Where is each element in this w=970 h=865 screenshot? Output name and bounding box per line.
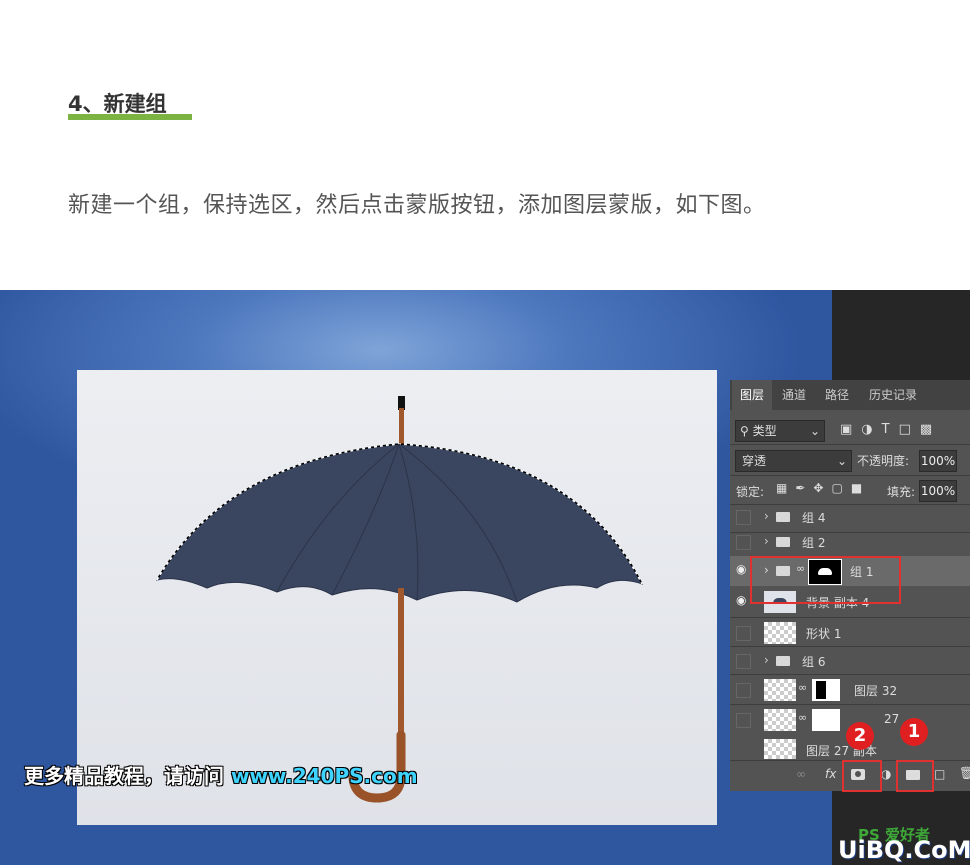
mask-link-icon[interactable]: ∞ — [798, 681, 807, 694]
lock-all-icon[interactable]: ■ — [851, 481, 870, 495]
lock-move-icon[interactable]: ✥ — [813, 481, 831, 495]
lock-transparent-icon[interactable]: ▦ — [776, 481, 795, 495]
blend-mode-value: 穿透 — [742, 454, 767, 468]
layer-name: 组 4 — [802, 511, 826, 525]
lock-icons: ▦✒✥▢■ — [776, 481, 870, 495]
folder-icon — [776, 537, 790, 547]
layer-thumbnail — [764, 679, 796, 701]
heading-underline — [68, 114, 192, 120]
shape-filter-icon[interactable]: □ — [899, 422, 920, 437]
lock-label: 锁定: — [736, 485, 765, 499]
adjustment-icon[interactable]: ◑ — [881, 767, 891, 781]
visibility-toggle[interactable] — [736, 510, 751, 525]
layer-mask-thumbnail[interactable] — [812, 709, 840, 731]
filter-type-select[interactable]: ⚲ 类型 ⌄ — [735, 420, 825, 442]
layer-thumbnail — [764, 739, 796, 759]
layer-name: 组 2 — [802, 536, 826, 550]
folder-icon — [776, 656, 790, 666]
layer-name: 27 — [884, 712, 900, 726]
fill-field[interactable]: 100% — [919, 480, 957, 502]
photoshop-screenshot: 图层 通道 路径 历史记录 ⚲ 类型 ⌄ ▣◑T□▩ 穿透 ⌄ 不透明度: 10… — [0, 290, 970, 865]
folder-icon — [776, 512, 790, 522]
visibility-toggle[interactable] — [736, 535, 751, 550]
tab-paths[interactable]: 路径 — [817, 380, 857, 410]
panel-tabs: 图层 通道 路径 历史记录 — [730, 380, 970, 410]
expand-chevron-icon[interactable]: › — [764, 509, 769, 523]
instruction-paragraph: 新建一个组，保持选区，然后点击蒙版按钮，添加图层蒙版，如下图。 — [68, 193, 766, 218]
promo-url: www.240PS.com — [230, 764, 418, 788]
fx-icon[interactable]: fx — [825, 767, 836, 781]
chevron-down-icon: ⌄ — [809, 424, 820, 438]
layer-name: 图层 32 — [854, 684, 898, 698]
text-filter-icon[interactable]: T — [882, 422, 899, 437]
expand-chevron-icon[interactable]: › — [764, 653, 769, 667]
blend-mode-select[interactable]: 穿透 ⌄ — [735, 450, 852, 472]
tab-channels[interactable]: 通道 — [774, 380, 814, 410]
lock-artboard-icon[interactable]: ▢ — [831, 481, 850, 495]
smart-filter-icon[interactable]: ▩ — [920, 422, 941, 437]
visibility-toggle[interactable] — [736, 713, 751, 728]
highlight-group1-row — [750, 556, 901, 604]
layer-row[interactable]: 形状 1 — [730, 618, 970, 648]
filter-type-label: 类型 — [752, 424, 777, 438]
promo-text: 更多精品教程，请访问 — [24, 764, 224, 788]
umbrella-image — [155, 396, 644, 803]
expand-chevron-icon[interactable]: › — [764, 534, 769, 548]
step-badge-2: 2 — [846, 722, 874, 750]
adjust-filter-icon[interactable]: ◑ — [861, 422, 881, 437]
layer-name: 组 6 — [802, 655, 826, 669]
delete-icon[interactable]: 🗑 — [959, 766, 970, 780]
layer-name: 形状 1 — [806, 627, 842, 641]
filter-icons: ▣◑T□▩ — [840, 422, 941, 437]
layer-mask-thumbnail[interactable] — [812, 679, 840, 701]
layer-thumbnail — [764, 622, 796, 644]
highlight-mask-button — [842, 760, 882, 792]
eye-icon[interactable]: ◉ — [736, 593, 749, 607]
promo-watermark: 更多精品教程，请访问 www.240PS.com — [24, 760, 418, 789]
document-canvas[interactable] — [77, 370, 717, 825]
tab-history[interactable]: 历史记录 — [861, 380, 925, 410]
chevron-down-icon: ⌄ — [836, 454, 847, 468]
tab-layers[interactable]: 图层 — [732, 380, 773, 410]
layer-row[interactable]: ∞ 图层 32 — [730, 675, 970, 705]
visibility-toggle[interactable] — [736, 626, 751, 641]
layer-row[interactable]: › 组 2 — [730, 527, 970, 557]
layer-thumbnail — [764, 709, 796, 731]
visibility-toggle[interactable] — [736, 683, 751, 698]
image-filter-icon[interactable]: ▣ — [840, 422, 861, 437]
uibq-watermark: UiBQ.CoM — [838, 836, 970, 864]
fill-label: 填充: — [887, 485, 916, 499]
step-badge-1: 1 — [900, 718, 928, 746]
mask-link-icon[interactable]: ∞ — [798, 711, 807, 724]
eye-icon[interactable]: ◉ — [736, 562, 749, 576]
link-icon[interactable]: ∞ — [796, 767, 806, 781]
lock-paint-icon[interactable]: ✒ — [795, 481, 813, 495]
visibility-toggle[interactable] — [736, 654, 751, 669]
opacity-field[interactable]: 100% — [919, 450, 957, 472]
new-layer-icon[interactable]: □ — [934, 767, 945, 781]
search-icon: ⚲ — [740, 424, 749, 438]
highlight-group-button — [896, 760, 934, 792]
opacity-label: 不透明度: — [857, 454, 910, 468]
layer-row[interactable]: › 组 6 — [730, 646, 970, 676]
